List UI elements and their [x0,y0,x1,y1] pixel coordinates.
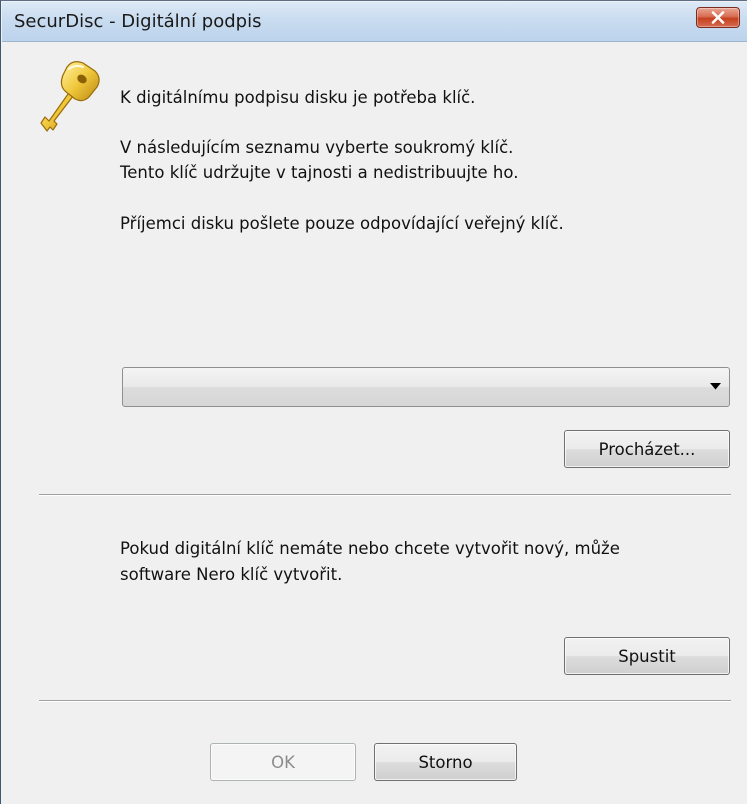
chevron-down-icon [710,383,721,390]
close-icon [711,11,725,24]
public-key-note: Příjemci disku pošlete pouze odpovídajíc… [120,214,564,233]
window-title: SecurDisc - Digitální podpis [14,11,262,32]
instruction-text-1: V následujícím seznamu vyberte soukromý … [120,138,514,157]
create-key-text-2: software Nero klíč vytvořit. [120,565,343,584]
ok-button[interactable]: OK [210,743,356,781]
browse-button[interactable]: Procházet... [564,430,730,468]
separator-top [39,494,731,496]
separator-bottom [39,700,731,702]
title-bar[interactable]: SecurDisc - Digitální podpis [2,2,747,42]
close-button[interactable] [696,7,740,28]
create-key-text-1: Pokud digitální klíč nemáte nebo chcete … [120,539,620,558]
key-icon [40,61,100,132]
start-button[interactable]: Spustit [564,637,730,675]
dialog-window: SecurDisc - Digitální podpis K digitální… [0,0,747,804]
intro-text: K digitálnímu podpisu disku je potřeba k… [120,88,476,107]
cancel-button[interactable]: Storno [374,743,517,781]
private-key-dropdown[interactable] [122,367,730,407]
instruction-text-2: Tento klíč udržujte v tajnosti a nedistr… [120,163,519,182]
